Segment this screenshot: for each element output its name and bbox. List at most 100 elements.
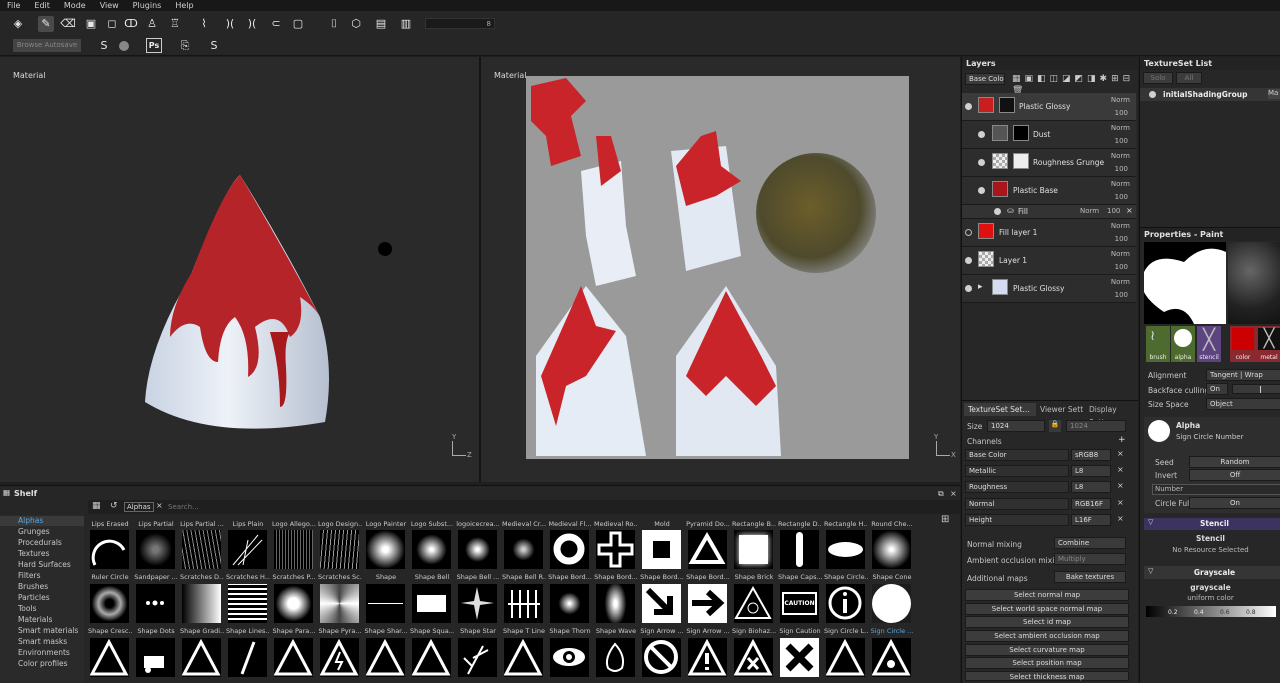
material-ball-icon[interactable] [119, 41, 129, 51]
visibility-eye-icon[interactable] [965, 229, 972, 236]
uv-texture-canvas[interactable] [526, 76, 909, 459]
filter-grid-icon[interactable]: ▦ [92, 501, 101, 511]
view-icon[interactable]: ▤ [373, 16, 389, 32]
backface-slider[interactable] [1232, 384, 1280, 394]
alpha-thumb-sign-warning-3[interactable] [274, 638, 313, 677]
select-position-map-button[interactable]: Select position map [965, 657, 1129, 669]
alpha-thumb-sign-tree[interactable] [458, 638, 497, 677]
alpha-thumb-shape-capsule[interactable] [780, 530, 819, 569]
material-tag[interactable]: Ma [1268, 89, 1280, 99]
remove-channel-icon[interactable]: × [1117, 498, 1124, 507]
color-picker-icon[interactable]: ⌇ [196, 16, 212, 32]
solo-button[interactable]: Solo [1143, 72, 1173, 84]
alpha-thumb-sign-laser[interactable] [872, 638, 911, 677]
select-ao-map-button[interactable]: Select ambient occlusion map [965, 630, 1129, 642]
alignment-select[interactable]: Tangent | Wrap [1206, 369, 1280, 381]
alpha-thumb-shape-bell-r[interactable] [504, 530, 543, 569]
alpha-thumb-sandpaper[interactable] [136, 530, 175, 569]
layer-row[interactable]: Fill layer 1 Norm 100 [962, 219, 1136, 247]
category-environments[interactable]: Environments [18, 648, 70, 657]
visibility-eye-icon[interactable] [978, 159, 985, 166]
viewport-3d[interactable]: Material Y Z [0, 57, 479, 482]
browse-autosave-button[interactable]: Browse Autosave [13, 39, 81, 52]
menu-edit[interactable]: Edit [27, 0, 57, 11]
alpha-thumb-shape[interactable] [366, 530, 405, 569]
alpha-thumbnail[interactable] [1148, 420, 1170, 442]
category-smart-materials[interactable]: Smart materials [18, 626, 78, 635]
eraser-icon[interactable]: ⌫ [60, 16, 76, 32]
textureset-item[interactable]: initialShadingGroup Ma [1140, 88, 1280, 101]
invert-toggle[interactable]: Off [1189, 469, 1280, 481]
alpha-thumb-sign-arrow-2[interactable] [688, 584, 727, 623]
reset-icon[interactable]: ↺ [110, 501, 118, 511]
stencil-header[interactable]: ▽ Stencil [1144, 518, 1280, 530]
symmetry-left-icon[interactable]: )( [222, 16, 238, 32]
symmetry-mode-icon[interactable]: ⊂ [268, 16, 284, 32]
alpha-thumb-sign-exclamation[interactable] [688, 638, 727, 677]
close-icon[interactable]: × [950, 489, 957, 498]
view-mode-icon[interactable]: ⊞ [941, 514, 949, 525]
backface-toggle[interactable]: On [1206, 383, 1228, 395]
visibility-eye-icon[interactable] [965, 257, 972, 264]
normal-mixing-select[interactable]: Combine [1054, 537, 1126, 549]
alpha-thumb-scratches-p[interactable] [274, 530, 313, 569]
layer-row[interactable]: Plastic Base Norm 100 [962, 177, 1136, 205]
visibility-eye-icon[interactable] [994, 208, 1001, 215]
alpha-thumb-sign-warning[interactable] [90, 638, 129, 677]
layer-row[interactable]: Roughness Grunge Norm 100 [962, 149, 1136, 177]
menu-help[interactable]: Help [168, 0, 200, 11]
alpha-thumb-shape-border-3[interactable] [642, 530, 681, 569]
menu-plugins[interactable]: Plugins [126, 0, 169, 11]
channel-format-select[interactable]: L8 [1071, 481, 1111, 493]
alpha-thumb-sign-circle-number[interactable] [872, 584, 911, 623]
alpha-thumb-shape-lines[interactable] [228, 584, 267, 623]
stencil-slot[interactable]: ╳ stencil [1197, 326, 1221, 362]
color-slot[interactable]: color [1230, 326, 1256, 362]
remove-channel-icon[interactable]: × [1117, 465, 1124, 474]
alpha-thumb-sign-arrow[interactable] [642, 584, 681, 623]
alpha-thumb-shape-crescent[interactable] [90, 584, 129, 623]
substance-logo-icon[interactable]: ◈ [10, 16, 26, 32]
channel-format-select[interactable]: sRGB8 [1071, 449, 1111, 461]
size-space-select[interactable]: Object [1206, 398, 1280, 410]
brush-slot[interactable]: ≀ brush [1146, 326, 1170, 362]
layer-row[interactable]: Layer 1 Norm 100 [962, 247, 1136, 275]
grayscale-header[interactable]: ▽ Grayscale [1144, 566, 1280, 579]
layer-row[interactable]: Dust Norm 100 [962, 121, 1136, 149]
category-grunges[interactable]: Grunges [18, 527, 50, 536]
substance-logo-2-icon[interactable]: S [206, 38, 222, 54]
alpha-thumb-shape-sharp[interactable] [366, 584, 405, 623]
alpha-thumb-sign-electric[interactable] [320, 638, 359, 677]
layer-row[interactable]: ▸ Plastic Glossy Norm 100 [962, 275, 1136, 303]
category-materials[interactable]: Materials [18, 615, 52, 624]
category-brushes[interactable]: Brushes [18, 582, 48, 591]
seed-random-button[interactable]: Random [1189, 456, 1280, 468]
alpha-thumb-shape-square[interactable] [412, 584, 451, 623]
alpha-thumb-sign-x-triangle[interactable] [734, 638, 773, 677]
alpha-thumb-scratches-d[interactable] [182, 530, 221, 569]
alpha-thumb-shape-wave[interactable] [596, 584, 635, 623]
clear-filter-icon[interactable]: × [156, 501, 163, 510]
select-normal-map-button[interactable]: Select normal map [965, 589, 1129, 601]
alpha-thumb-sign-circle-l[interactable] [826, 584, 865, 623]
remove-channel-icon[interactable]: × [1117, 481, 1124, 490]
alpha-thumb-shape-brick[interactable] [734, 530, 773, 569]
viewport-2d[interactable]: Material Y X [481, 57, 960, 482]
select-thickness-map-button[interactable]: Select thickness map [965, 671, 1129, 681]
menu-file[interactable]: File [0, 0, 27, 11]
cube-icon[interactable]: ⬡ [348, 16, 364, 32]
layer-row[interactable]: Plastic Glossy Norm 100 [962, 93, 1136, 121]
ao-mixing-select[interactable]: Multiply [1054, 553, 1126, 565]
category-tools[interactable]: Tools [18, 604, 36, 613]
smudge-icon[interactable]: ♙ [144, 16, 160, 32]
lock-icon[interactable]: 🔒 [1049, 420, 1061, 432]
substance-s-icon[interactable]: S [96, 38, 112, 54]
alpha-thumb-sign-forklift[interactable] [136, 638, 175, 677]
alpha-thumb-sign-radio[interactable] [366, 638, 405, 677]
symmetry-right-icon[interactable]: )( [244, 16, 260, 32]
alpha-thumb-shape-pyramid[interactable] [320, 584, 359, 623]
channel-format-select[interactable]: L8 [1071, 465, 1111, 477]
alpha-slot[interactable]: alpha [1171, 326, 1195, 362]
menu-mode[interactable]: Mode [57, 0, 93, 11]
alpha-thumb-shape-bell-2[interactable] [458, 530, 497, 569]
